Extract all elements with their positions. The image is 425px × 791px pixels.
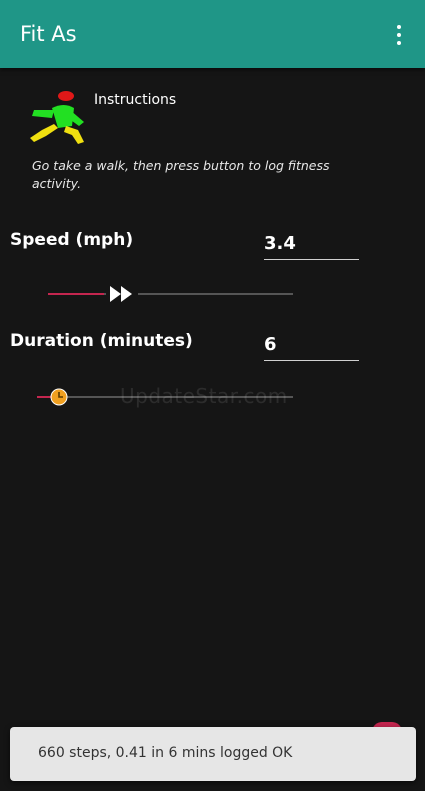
walking-person-icon: [24, 88, 90, 150]
more-vert-icon[interactable]: [388, 22, 410, 48]
watermark: UpdateStar.com: [120, 384, 288, 408]
instructions-text: Go take a walk, then press button to log…: [32, 158, 330, 191]
speed-slider-fill: [48, 293, 104, 295]
toast: 660 steps, 0.41 in 6 mins logged OK: [10, 727, 416, 781]
duration-input[interactable]: 6: [264, 330, 359, 361]
speed-input[interactable]: 3.4: [264, 229, 359, 260]
speed-slider[interactable]: [48, 293, 293, 295]
duration-label: Duration (minutes): [10, 331, 193, 351]
app-bar: Fit As: [0, 0, 425, 68]
instructions-title: Instructions: [94, 92, 177, 108]
app-title: Fit As: [20, 22, 77, 46]
toast-message: 660 steps, 0.41 in 6 mins logged OK: [38, 745, 293, 761]
speed-label: Speed (mph): [10, 230, 134, 250]
clock-icon[interactable]: [50, 388, 68, 406]
fast-forward-icon[interactable]: [106, 283, 138, 305]
